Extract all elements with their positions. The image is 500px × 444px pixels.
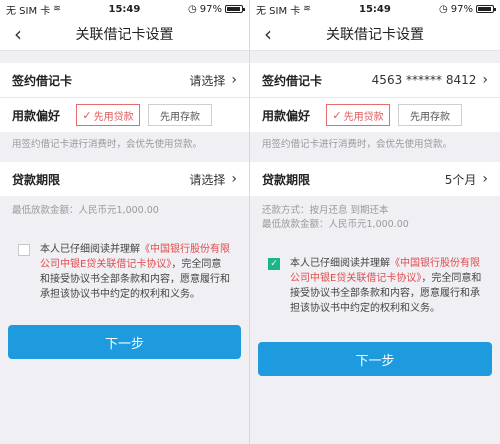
agreement-prefix: 本人已仔细阅读并理解 — [290, 258, 390, 269]
option-deposit-first-label: 先用存款 — [160, 111, 200, 123]
nav-bar: ‹ 关联借记卡设置 — [250, 18, 500, 51]
clock-text: 15:49 — [108, 3, 141, 15]
loan-term-value: 请选择 — [189, 172, 226, 187]
debit-card-label: 签约借记卡 — [262, 73, 323, 88]
wifi-icon: ≋ — [303, 4, 311, 14]
chevron-right-icon: › — [231, 171, 237, 187]
loan-term-row[interactable]: 贷款期限 请选择 › — [0, 162, 249, 196]
agreement-checkbox[interactable] — [18, 244, 30, 256]
usage-preference-row: 用款偏好 ✓ 先用贷款 先用存款 — [0, 98, 249, 132]
debit-card-label: 签约借记卡 — [12, 73, 73, 88]
back-chevron-icon[interactable]: ‹ — [8, 22, 28, 46]
agreement-text: 本人已仔细阅读并理解《中国银行股份有限公司中银E贷关联借记卡协议》，完全同意和接… — [40, 242, 231, 302]
option-loan-first[interactable]: ✓ 先用贷款 — [76, 104, 140, 126]
preference-hint: 用签约借记卡进行消费时，会优先使用贷款。 — [12, 139, 203, 150]
right-screen: 无 SIM 卡 ≋ 15:49 ◷ 97% ‹ 关联借记卡设置 签约借记卡 45… — [250, 0, 500, 444]
battery-text: 97% — [450, 3, 473, 15]
page-title: 关联借记卡设置 — [326, 27, 424, 43]
loan-term-value: 5个月 — [444, 172, 477, 187]
page-title: 关联借记卡设置 — [75, 27, 174, 43]
agreement-text: 本人已仔细阅读并理解《中国银行股份有限公司中银E贷关联借记卡协议》，完全同意和接… — [290, 256, 482, 316]
status-carrier-group: 无 SIM 卡 ≋ — [6, 2, 61, 17]
check-icon: ✓ — [270, 258, 278, 269]
check-icon: ✓ — [82, 108, 92, 122]
repayment-method-text: 还款方式：按月还息 到期还本 — [262, 205, 389, 216]
status-bar: 无 SIM 卡 ≋ 15:49 ◷ 97% — [0, 0, 249, 18]
carrier-text: 无 SIM 卡 — [6, 5, 51, 17]
option-loan-first-label: 先用贷款 — [93, 111, 134, 123]
option-deposit-first-label: 先用存款 — [410, 111, 450, 123]
usage-preference-label: 用款偏好 — [12, 108, 61, 123]
alarm-icon: ◷ — [188, 3, 197, 15]
min-amount-text: 最低放款金额：人民币元1,000.00 — [262, 219, 409, 230]
debit-card-row[interactable]: 签约借记卡 请选择 › — [0, 63, 249, 97]
debit-card-row[interactable]: 签约借记卡 4563 ****** 8412 › — [250, 63, 500, 97]
battery-icon — [476, 5, 496, 13]
agreement-block: ✓ 本人已仔细阅读并理解《中国银行股份有限公司中银E贷关联借记卡协议》，完全同意… — [250, 250, 500, 316]
next-button[interactable]: 下一步 — [8, 325, 241, 359]
battery-icon — [225, 5, 245, 13]
loan-term-label: 贷款期限 — [262, 172, 311, 187]
next-button[interactable]: 下一步 — [258, 342, 492, 376]
agreement-block: 本人已仔细阅读并理解《中国银行股份有限公司中银E贷关联借记卡协议》，完全同意和接… — [0, 236, 249, 302]
chevron-right-icon: › — [231, 72, 237, 88]
loan-term-row[interactable]: 贷款期限 5个月 › — [250, 162, 500, 196]
agreement-prefix: 本人已仔细阅读并理解 — [40, 244, 140, 255]
option-deposit-first[interactable]: 先用存款 — [398, 104, 462, 126]
status-carrier-group: 无 SIM 卡 ≋ — [256, 2, 311, 17]
agreement-checkbox[interactable]: ✓ — [268, 258, 280, 270]
check-icon: ✓ — [332, 108, 342, 122]
nav-bar: ‹ 关联借记卡设置 — [0, 18, 249, 51]
left-screen: 无 SIM 卡 ≋ 15:49 ◷ 97% ‹ 关联借记卡设置 签约借记卡 请选… — [0, 0, 250, 444]
usage-preference-label: 用款偏好 — [262, 108, 311, 123]
preference-hint: 用签约借记卡进行消费时，会优先使用贷款。 — [262, 139, 453, 150]
option-loan-first[interactable]: ✓ 先用贷款 — [326, 104, 390, 126]
loan-term-label: 贷款期限 — [12, 172, 61, 187]
back-chevron-icon[interactable]: ‹ — [258, 22, 278, 46]
option-loan-first-label: 先用贷款 — [343, 111, 384, 123]
alarm-icon: ◷ — [439, 3, 448, 15]
debit-card-value: 4563 ****** 8412 — [371, 73, 477, 87]
chevron-right-icon: › — [482, 171, 488, 187]
status-right-group: ◷ 97% — [439, 3, 496, 15]
wifi-icon: ≋ — [53, 4, 61, 14]
clock-text: 15:49 — [359, 3, 391, 15]
status-bar: 无 SIM 卡 ≋ 15:49 ◷ 97% — [250, 0, 500, 18]
status-right-group: ◷ 97% — [188, 3, 245, 15]
chevron-right-icon: › — [482, 72, 488, 88]
battery-text: 97% — [199, 3, 222, 15]
option-deposit-first[interactable]: 先用存款 — [148, 104, 212, 126]
carrier-text: 无 SIM 卡 — [256, 5, 301, 17]
usage-preference-row: 用款偏好 ✓ 先用贷款 先用存款 — [250, 98, 500, 132]
debit-card-value: 请选择 — [189, 73, 226, 88]
min-amount-text: 最低放款金额：人民币元1,000.00 — [12, 205, 159, 216]
